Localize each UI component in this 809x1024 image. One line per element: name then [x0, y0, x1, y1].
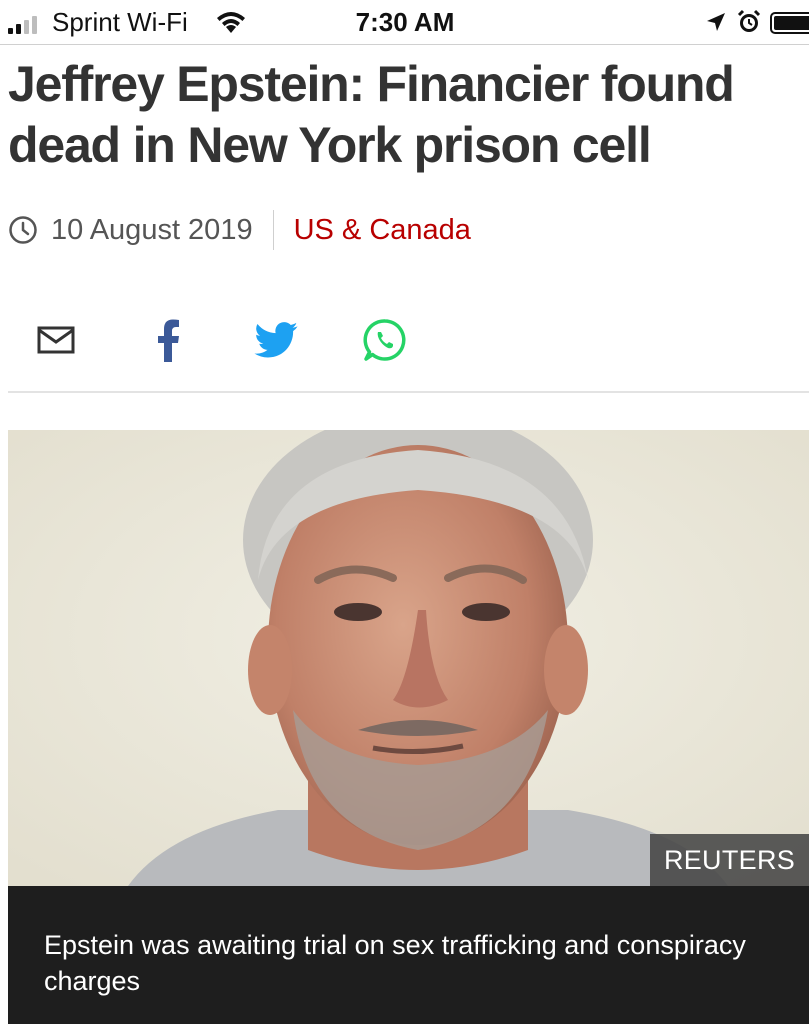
article-meta: 10 August 2019 US & Canada — [8, 208, 471, 252]
battery-icon — [770, 12, 809, 34]
share-bar — [0, 312, 809, 368]
facebook-icon — [158, 319, 179, 362]
article-photo: REUTERS — [8, 430, 809, 886]
twitter-icon — [254, 322, 298, 358]
photo-caption-box: Epstein was awaiting trial on sex traffi… — [8, 886, 809, 1024]
article-date: 10 August 2019 — [51, 213, 253, 246]
signal-strength-icon — [8, 16, 37, 34]
section-link[interactable]: US & Canada — [294, 214, 471, 247]
photo-caption: Epstein was awaiting trial on sex traffi… — [44, 930, 746, 996]
share-whatsapp-button[interactable] — [355, 312, 415, 368]
location-arrow-icon — [707, 13, 725, 31]
alarm-clock-icon — [737, 9, 761, 32]
email-icon — [37, 326, 75, 354]
portrait-photo — [8, 430, 809, 886]
photo-credit: REUTERS — [650, 834, 809, 886]
share-facebook-button[interactable] — [138, 312, 198, 368]
clock-icon — [9, 216, 37, 244]
article-headline: Jeffrey Epstein: Financier found dead in… — [8, 56, 735, 173]
wifi-icon — [217, 12, 245, 33]
carrier-name: Sprint Wi-Fi — [52, 7, 188, 37]
whatsapp-icon — [363, 319, 406, 361]
share-divider — [8, 391, 809, 393]
status-bar-divider — [0, 44, 809, 45]
status-bar: Sprint Wi-Fi 7:30 AM — [0, 0, 809, 44]
status-time: 7:30 AM — [355, 7, 455, 37]
share-email-button[interactable] — [26, 312, 86, 368]
meta-divider — [272, 210, 274, 250]
share-twitter-button[interactable] — [246, 312, 306, 368]
